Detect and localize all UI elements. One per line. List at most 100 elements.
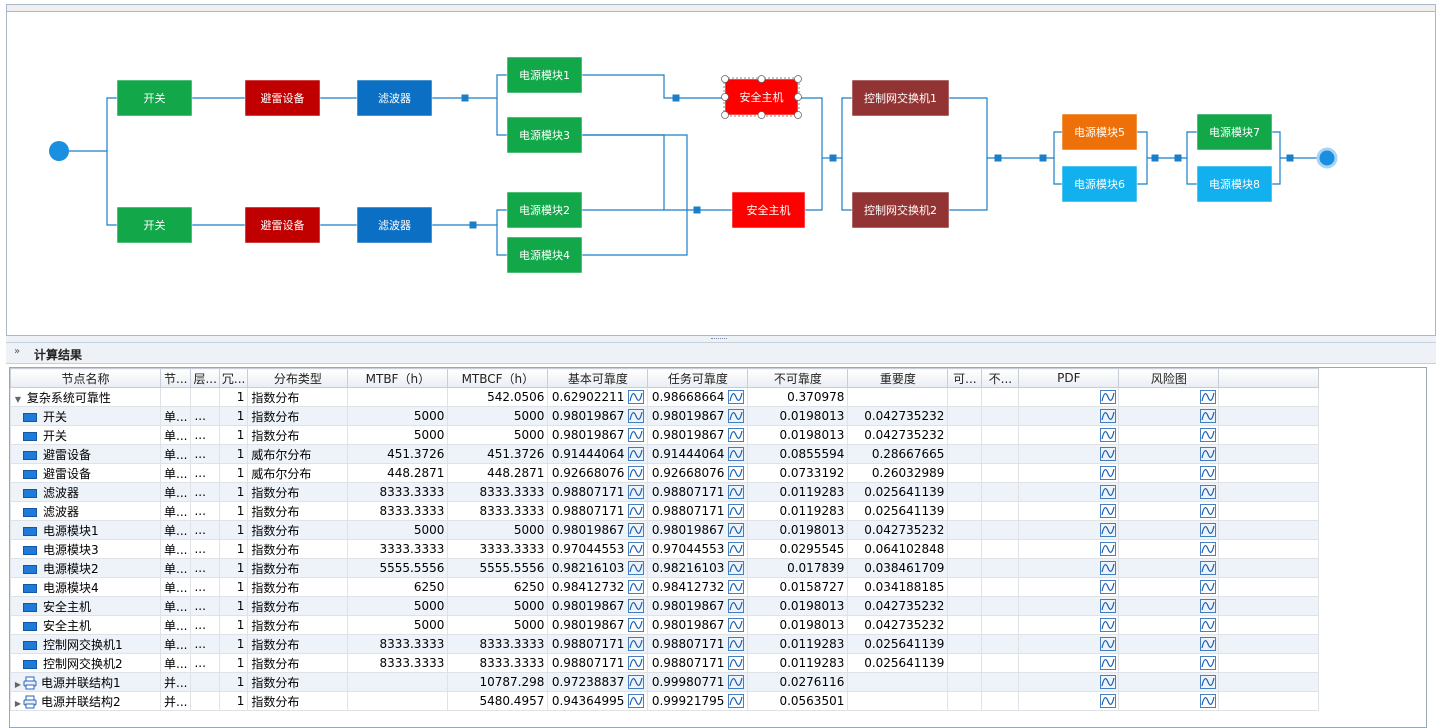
cell-node-name[interactable]: 电源模块4 [10, 577, 161, 597]
cell-pdf[interactable] [1018, 387, 1120, 407]
junction-point-host2[interactable] [693, 206, 701, 214]
cell-pdf[interactable] [1018, 425, 1120, 445]
curve-chart-icon[interactable] [628, 428, 645, 443]
block-dy1[interactable]: 电源模块1 [506, 56, 583, 94]
cell-risk-chart[interactable] [1118, 577, 1220, 597]
column-header[interactable]: 冗... [218, 368, 249, 388]
curve-chart-icon[interactable] [628, 694, 645, 709]
block-jh2[interactable]: 控制网交换机2 [851, 191, 950, 229]
cell-node-name[interactable]: 电源模块2 [10, 558, 161, 578]
curve-chart-icon[interactable] [728, 390, 745, 405]
table-row[interactable]: ▼ 复杂系统可靠性 1 指数分布 542.0506 0.62902211 0.986686… [10, 387, 1320, 407]
resize-handle[interactable] [721, 93, 729, 101]
curve-chart-icon[interactable] [1200, 580, 1217, 595]
table-row[interactable]: 控制网交换机2 单...... 1 指数分布 8333.3333 8333.3333 0.9… [10, 653, 1320, 673]
curve-chart-icon[interactable] [1200, 390, 1217, 405]
curve-chart-icon[interactable] [628, 675, 645, 690]
curve-chart-icon[interactable] [1100, 504, 1117, 519]
junction-point-e[interactable] [1286, 154, 1294, 162]
cell-risk-chart[interactable] [1118, 596, 1220, 616]
table-row[interactable]: 滤波器 单...... 1 指数分布 8333.3333 8333.3333 0.98807… [10, 501, 1320, 521]
table-row[interactable]: ▶ 电源并联结构1 并... 1 指数分布 10787.298 0.97238837 0.99… [10, 672, 1320, 692]
curve-chart-icon[interactable] [628, 561, 645, 576]
cell-pdf[interactable] [1018, 520, 1120, 540]
expand-arrow-icon[interactable]: ▶ [13, 699, 23, 708]
cell-risk-chart[interactable] [1118, 634, 1220, 654]
resize-handle[interactable] [757, 75, 766, 83]
curve-chart-icon[interactable] [1200, 675, 1217, 690]
junction-point-c[interactable] [1151, 154, 1159, 162]
cell-node-name[interactable]: 避雷设备 [10, 444, 161, 464]
curve-chart-icon[interactable] [1200, 409, 1217, 424]
curve-chart-icon[interactable] [1200, 618, 1217, 633]
cell-pdf[interactable] [1018, 634, 1120, 654]
curve-chart-icon[interactable] [1100, 675, 1117, 690]
cell-risk-chart[interactable] [1118, 482, 1220, 502]
cell-risk-chart[interactable] [1118, 520, 1220, 540]
block-dy7[interactable]: 电源模块7 [1196, 113, 1273, 151]
curve-chart-icon[interactable] [1200, 523, 1217, 538]
cell-risk-chart[interactable] [1118, 463, 1220, 483]
curve-chart-icon[interactable] [1100, 561, 1117, 576]
curve-chart-icon[interactable] [628, 637, 645, 652]
table-row[interactable]: 开关 单...... 1 指数分布 5000 5000 0.98019867 0.980198… [10, 406, 1320, 426]
start-node[interactable] [49, 141, 69, 161]
curve-chart-icon[interactable] [728, 580, 745, 595]
curve-chart-icon[interactable] [628, 466, 645, 481]
cell-pdf[interactable] [1018, 672, 1120, 692]
collapse-arrow-icon[interactable]: ▼ [13, 395, 23, 404]
cell-risk-chart[interactable] [1118, 615, 1220, 635]
resize-handle[interactable] [794, 111, 802, 119]
block-lb2[interactable]: 滤波器 [356, 206, 433, 244]
cell-node-name[interactable]: 开关 [10, 425, 161, 445]
cell-node-name[interactable]: ▼ 复杂系统可靠性 [10, 387, 161, 407]
curve-chart-icon[interactable] [728, 504, 745, 519]
curve-chart-icon[interactable] [1100, 485, 1117, 500]
junction-point-switch[interactable] [829, 154, 837, 162]
table-row[interactable]: 避雷设备 单...... 1 威布尔分布 451.3726 451.3726 0.91444… [10, 444, 1320, 464]
curve-chart-icon[interactable] [628, 599, 645, 614]
curve-chart-icon[interactable] [628, 409, 645, 424]
junction-point-a[interactable] [994, 154, 1002, 162]
curve-chart-icon[interactable] [728, 466, 745, 481]
curve-chart-icon[interactable] [1200, 428, 1217, 443]
curve-chart-icon[interactable] [1200, 485, 1217, 500]
curve-chart-icon[interactable] [1100, 409, 1117, 424]
block-jh1[interactable]: 控制网交换机1 [851, 79, 950, 117]
cell-risk-chart[interactable] [1118, 672, 1220, 692]
column-header[interactable]: 层... [190, 368, 220, 388]
block-dy2[interactable]: 电源模块2 [506, 191, 583, 229]
column-header[interactable]: 不可靠度 [747, 368, 849, 388]
curve-chart-icon[interactable] [728, 428, 745, 443]
cell-pdf[interactable] [1018, 482, 1120, 502]
junction-point-d[interactable] [1174, 154, 1182, 162]
curve-chart-icon[interactable] [628, 390, 645, 405]
cell-node-name[interactable]: ▶ 电源并联结构1 [10, 672, 161, 692]
collapse-chevron-icon[interactable]: » [14, 346, 20, 357]
cell-risk-chart[interactable] [1118, 444, 1220, 464]
cell-node-name[interactable]: 安全主机 [10, 596, 161, 616]
cell-pdf[interactable] [1018, 463, 1120, 483]
curve-chart-icon[interactable] [728, 542, 745, 557]
cell-risk-chart[interactable] [1118, 691, 1220, 711]
column-header[interactable]: MTBCF（h） [447, 368, 549, 388]
block-kg2[interactable]: 开关 [116, 206, 193, 244]
resize-handle[interactable] [721, 75, 729, 83]
cell-node-name[interactable]: 控制网交换机2 [10, 653, 161, 673]
curve-chart-icon[interactable] [1100, 542, 1117, 557]
curve-chart-icon[interactable] [628, 447, 645, 462]
column-header[interactable]: 节... [159, 368, 192, 388]
column-header[interactable]: PDF [1018, 368, 1120, 388]
curve-chart-icon[interactable] [628, 656, 645, 671]
curve-chart-icon[interactable] [1100, 656, 1117, 671]
curve-chart-icon[interactable] [728, 523, 745, 538]
curve-chart-icon[interactable] [1200, 694, 1217, 709]
curve-chart-icon[interactable] [1100, 523, 1117, 538]
curve-chart-icon[interactable] [728, 447, 745, 462]
curve-chart-icon[interactable] [728, 599, 745, 614]
cell-risk-chart[interactable] [1118, 501, 1220, 521]
cell-pdf[interactable] [1018, 596, 1120, 616]
block-dy8[interactable]: 电源模块8 [1196, 165, 1273, 203]
cell-node-name[interactable]: 电源模块1 [10, 520, 161, 540]
cell-pdf[interactable] [1018, 539, 1120, 559]
